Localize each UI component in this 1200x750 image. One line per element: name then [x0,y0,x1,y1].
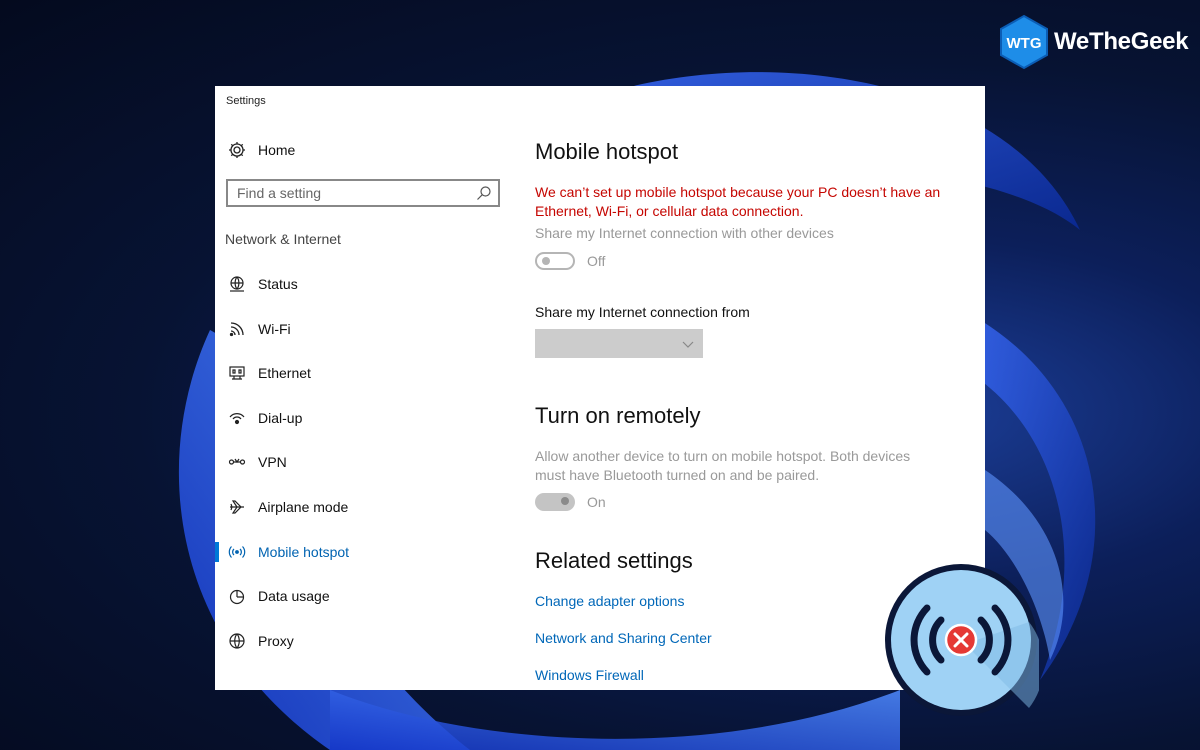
sidebar-item-data-usage[interactable]: Data usage [215,576,515,616]
sidebar-item-label: Wi-Fi [258,321,291,337]
remote-title: Turn on remotely [535,403,701,428]
settings-window: Settings Home Network & Internet [215,86,985,690]
sidebar-item-proxy[interactable]: Proxy [215,621,515,661]
sidebar-item-airplane[interactable]: Airplane mode [215,487,515,527]
network-sharing-center-link[interactable]: Network and Sharing Center [535,630,712,646]
search-input[interactable] [228,181,486,205]
remote-description: Allow another device to turn on mobile h… [535,448,911,483]
sidebar-item-label: Airplane mode [258,499,349,515]
sidebar-item-vpn[interactable]: VPN [215,442,515,482]
wethegeek-logo: WTG WeTheGeek [998,14,1189,70]
sidebar-item-label: Status [258,276,298,292]
change-adapter-options-link[interactable]: Change adapter options [535,593,684,609]
wtg-monogram: WTG [1007,35,1042,52]
share-toggle-state: Off [587,253,606,269]
vpn-icon [228,453,246,471]
sidebar-item-ethernet[interactable]: Ethernet [215,353,515,393]
toggle-knob [561,497,569,505]
error-message: We can’t set up mobile hotspot because y… [535,184,941,219]
gear-icon [227,140,247,160]
airplane-icon [228,498,246,516]
home-nav[interactable]: Home [227,139,295,161]
sidebar-item-wifi[interactable]: Wi-Fi [215,309,515,349]
share-from-label: Share my Internet connection from [535,304,750,320]
toggle-knob [542,257,550,265]
ethernet-icon [228,364,246,382]
sidebar-item-label: Ethernet [258,365,311,381]
share-from-dropdown[interactable] [535,329,703,358]
dial-up-icon [228,409,246,427]
search-box[interactable] [226,179,500,207]
windows-firewall-link[interactable]: Windows Firewall [535,667,644,683]
remote-toggle-state: On [587,494,606,510]
share-label: Share my Internet connection with other … [535,225,834,241]
remote-toggle[interactable] [535,493,575,511]
section-heading: Network & Internet [225,231,341,247]
pie-chart-icon [228,587,246,605]
home-label: Home [258,142,296,158]
sidebar-item-label: Proxy [258,633,294,649]
share-toggle[interactable] [535,252,575,270]
chevron-down-icon [681,337,695,351]
page-title: Mobile hotspot [535,139,679,164]
related-settings-title: Related settings [535,548,693,573]
search-icon[interactable] [476,185,492,201]
sidebar-item-label: Dial-up [258,410,303,426]
sidebar-item-mobile-hotspot[interactable]: Mobile hotspot [215,532,515,572]
sidebar: Home Network & Internet Status [215,86,515,690]
hotspot-icon [228,543,246,561]
globe-icon [228,632,246,650]
wifi-icon [228,320,246,338]
sidebar-item-label: Data usage [258,588,330,604]
globe-status-icon [228,275,246,293]
brand-name: WeTheGeek [1054,28,1189,55]
sidebar-item-dialup[interactable]: Dial-up [215,398,515,438]
sidebar-item-label: Mobile hotspot [258,544,350,560]
wtg-hexagon-logo-icon: WTG [1000,14,1048,70]
sidebar-item-label: VPN [258,454,287,470]
hotspot-error-badge-icon [885,564,1039,716]
active-indicator [215,542,219,562]
sidebar-item-status[interactable]: Status [215,264,515,304]
